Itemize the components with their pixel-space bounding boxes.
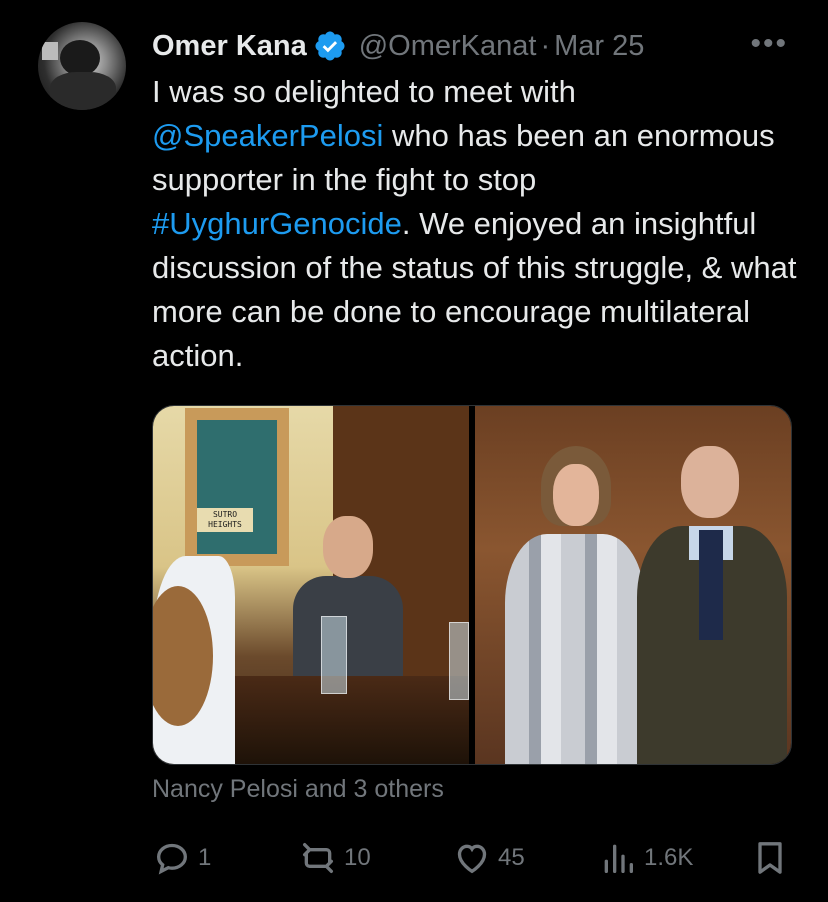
verified-badge-icon (315, 31, 345, 61)
mention-link[interactable]: @SpeakerPelosi (152, 118, 383, 153)
seated-man (293, 516, 403, 686)
views-count: 1.6K (644, 844, 694, 871)
framed-poster: SUTRO HEIGHTS (185, 408, 289, 566)
reply-button[interactable]: 1 (152, 838, 211, 878)
standing-woman (505, 446, 645, 764)
author-name[interactable]: Omer Kana (152, 30, 307, 63)
views-icon (604, 844, 633, 873)
repost-icon (303, 843, 333, 873)
standing-man (637, 446, 787, 764)
tagged-people-link[interactable]: Nancy Pelosi and 3 others (152, 775, 444, 804)
more-icon[interactable]: ••• (750, 27, 788, 61)
header-separator: · (540, 29, 551, 62)
author-avatar[interactable] (38, 22, 126, 110)
tweet-date[interactable]: Mar 25 (554, 30, 644, 63)
photo-meeting-table[interactable]: SUTRO HEIGHTS (153, 406, 469, 764)
poster-caption: SUTRO HEIGHTS (197, 508, 253, 532)
water-glass (321, 616, 347, 694)
woman-foreground (153, 556, 235, 764)
repost-count: 10 (344, 844, 371, 871)
repost-button[interactable]: 10 (298, 838, 371, 878)
action-bar: 1 10 45 1.6K (152, 838, 790, 878)
like-count: 45 (498, 844, 525, 871)
tweet-text-part: I was so delighted to meet with (152, 74, 576, 109)
poster-caption-line: HEIGHTS (208, 520, 242, 529)
bookmark-icon (758, 842, 782, 874)
media-grid: SUTRO HEIGHTS (152, 405, 792, 765)
reply-icon (156, 843, 188, 875)
hashtag-link[interactable]: #UyghurGenocide (152, 206, 402, 241)
photo-standing-pair[interactable] (475, 406, 791, 764)
poster-caption-line: SUTRO (212, 510, 238, 519)
bookmark-button[interactable] (750, 838, 790, 878)
tweet-text: I was so delighted to meet with @Speaker… (152, 70, 802, 378)
tweet-header: Omer Kana @OmerKanat · Mar 25 (152, 26, 644, 66)
author-handle[interactable]: @OmerKanat (359, 30, 537, 63)
reply-count: 1 (198, 844, 212, 871)
water-glass (449, 622, 469, 700)
like-button[interactable]: 45 (452, 838, 525, 878)
heart-icon (457, 844, 487, 874)
views-button[interactable]: 1.6K (598, 838, 693, 878)
